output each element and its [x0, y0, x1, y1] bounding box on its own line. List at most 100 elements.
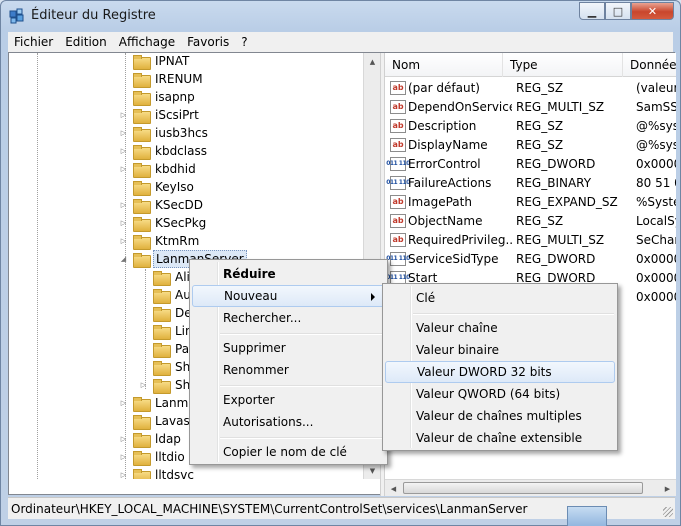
column-header-data[interactable]: Donnée — [623, 53, 676, 77]
tree-item[interactable]: ▷ kbdhid — [119, 160, 198, 178]
expand-arrow-icon[interactable]: ▷ — [119, 237, 128, 245]
value-name: ObjectName — [408, 213, 483, 228]
expand-arrow-icon[interactable]: ▷ — [119, 399, 128, 407]
folder-icon — [133, 414, 151, 430]
list-horizontal-scrollbar[interactable]: ◀ ▶ — [385, 479, 676, 496]
value-type: REG_EXPAND_SZ — [516, 194, 618, 209]
expand-arrow-icon[interactable]: ▷ — [119, 453, 128, 461]
tree-item[interactable]: KeyIso — [119, 178, 196, 196]
menu-favoris[interactable]: Favoris — [181, 35, 235, 49]
tree-item[interactable]: ▷ iScsiPrt — [119, 106, 201, 124]
key-context-menu: Réduire Nouveau Rechercher... Supprimer … — [189, 259, 388, 465]
folder-icon — [133, 468, 151, 479]
value-row[interactable]: ab (par défaut) REG_SZ (valeur — [385, 78, 676, 97]
value-name: DependOnService — [408, 99, 512, 114]
tree-item[interactable]: ▷ lltdio — [119, 448, 187, 466]
menu-item-supprimer[interactable]: Supprimer — [192, 337, 385, 359]
window-title: Éditeur du Registre — [31, 8, 156, 23]
expand-arrow-icon[interactable]: ▷ — [119, 147, 128, 155]
menu-help[interactable]: ? — [235, 35, 253, 49]
tree-item[interactable]: ▷ ldap — [119, 430, 183, 448]
tree-item-label: kbdclass — [155, 144, 207, 158]
expand-arrow-icon[interactable]: ▷ — [119, 111, 128, 119]
folder-icon — [133, 180, 151, 196]
value-row[interactable]: abImagePath REG_EXPAND_SZ %Syster — [385, 192, 676, 211]
tree-item[interactable]: ▷ iusb3hcs — [119, 124, 210, 142]
tree-item-label: lltdio — [155, 450, 185, 464]
menu-item-reduire[interactable]: Réduire — [192, 263, 385, 285]
title-bar[interactable]: Éditeur du Registre ▁ □ ✕ — [1, 1, 680, 31]
value-data: @%syst — [636, 137, 676, 152]
expand-arrow-icon[interactable]: ▷ — [119, 471, 128, 479]
value-row[interactable]: abDescription REG_SZ @%syst — [385, 116, 676, 135]
column-header-name[interactable]: Nom — [385, 53, 503, 77]
tree-item-label: iScsiPrt — [155, 108, 199, 122]
minimize-button[interactable]: ▁ — [579, 2, 605, 20]
value-row[interactable]: abDisplayName REG_SZ @%syst — [385, 135, 676, 154]
value-name: Description — [408, 118, 477, 133]
list-header: Nom Type Donnée — [385, 53, 676, 77]
scroll-right-arrow-icon[interactable]: ▶ — [659, 480, 676, 496]
expand-arrow-icon[interactable]: ▷ — [119, 165, 128, 173]
tree-item[interactable]: IRENUM — [119, 70, 205, 88]
submenu-item-cle[interactable]: Clé — [385, 287, 615, 309]
expand-arrow-icon[interactable]: ◢ — [119, 255, 128, 263]
menu-separator — [220, 333, 384, 335]
value-row[interactable]: 011 110ErrorControl REG_DWORD 0x00000 — [385, 154, 676, 173]
tree-item[interactable]: ▷ KtmRm — [119, 232, 201, 250]
submenu-arrow-icon — [371, 293, 375, 301]
folder-icon — [133, 396, 151, 412]
folder-icon — [153, 324, 171, 340]
tree-item[interactable]: ▷ KSecDD — [119, 196, 205, 214]
menu-edition[interactable]: Edition — [59, 35, 113, 49]
binary-value-icon: 011 110 — [386, 175, 410, 190]
menu-item-autorisations[interactable]: Autorisations... — [192, 411, 385, 433]
tree-item[interactable]: ▷ kbdclass — [119, 142, 209, 160]
menu-affichage[interactable]: Affichage — [113, 35, 181, 49]
scroll-left-arrow-icon[interactable]: ◀ — [385, 480, 402, 496]
menu-item-rechercher[interactable]: Rechercher... — [192, 307, 385, 329]
value-row[interactable]: abObjectName REG_SZ LocalSy — [385, 211, 676, 230]
value-data: (valeur — [636, 80, 676, 95]
menu-item-nouveau[interactable]: Nouveau — [192, 285, 385, 307]
expand-arrow-icon[interactable]: ▷ — [119, 201, 128, 209]
tree-item-label: ldap — [155, 432, 181, 446]
expand-arrow-icon[interactable]: ▷ — [139, 381, 148, 389]
value-type: REG_MULTI_SZ — [516, 232, 605, 247]
resize-grip-icon[interactable] — [663, 507, 673, 517]
menu-item-renommer[interactable]: Renommer — [192, 359, 385, 381]
maximize-button[interactable]: □ — [605, 2, 631, 20]
value-row[interactable]: 011 110ServiceSidType REG_DWORD 0x00000 — [385, 249, 676, 268]
column-header-type[interactable]: Type — [503, 53, 623, 77]
close-button[interactable]: ✕ — [631, 2, 674, 20]
submenu-item-chaine-extensible[interactable]: Valeur de chaîne extensible — [385, 427, 615, 449]
tree-item[interactable]: isapnp — [119, 88, 197, 106]
folder-icon — [153, 378, 171, 394]
value-data: LocalSy — [636, 213, 676, 228]
expand-arrow-icon[interactable]: ▷ — [119, 219, 128, 227]
tree-item-label: KSecDD — [155, 198, 203, 212]
tree-item[interactable]: ▷ lltdsvc — [119, 466, 196, 479]
scroll-up-arrow-icon[interactable]: ▲ — [364, 53, 380, 70]
taskbar-thumbnail — [567, 506, 607, 526]
value-row[interactable]: 011 110FailureActions REG_BINARY 80 51 0 — [385, 173, 676, 192]
folder-icon — [133, 450, 151, 466]
value-row[interactable]: abDependOnService REG_MULTI_SZ SamSS S — [385, 97, 676, 116]
value-data: 0x00000 — [636, 156, 676, 171]
menu-item-copier-nom-cle[interactable]: Copier le nom de clé — [192, 441, 385, 463]
submenu-item-valeur-binaire[interactable]: Valeur binaire — [385, 339, 615, 361]
list-hscroll-thumb[interactable] — [403, 482, 643, 494]
tree-item[interactable]: IPNAT — [119, 53, 191, 70]
expand-arrow-icon[interactable]: ▷ — [119, 129, 128, 137]
menu-item-exporter[interactable]: Exporter — [192, 389, 385, 411]
submenu-item-valeur-qword[interactable]: Valeur QWORD (64 bits) — [385, 383, 615, 405]
value-name: RequiredPrivileg... — [408, 232, 512, 247]
menu-fichier[interactable]: Fichier — [8, 35, 59, 49]
submenu-item-valeur-chaine[interactable]: Valeur chaîne — [385, 317, 615, 339]
expand-arrow-icon[interactable]: ▷ — [119, 435, 128, 443]
submenu-item-valeur-dword[interactable]: Valeur DWORD 32 bits — [385, 361, 615, 383]
tree-item-label: KeyIso — [155, 180, 194, 194]
value-row[interactable]: abRequiredPrivileg... REG_MULTI_SZ SeChan — [385, 230, 676, 249]
submenu-item-chaines-multiples[interactable]: Valeur de chaînes multiples — [385, 405, 615, 427]
tree-item[interactable]: ▷ KSecPkg — [119, 214, 208, 232]
